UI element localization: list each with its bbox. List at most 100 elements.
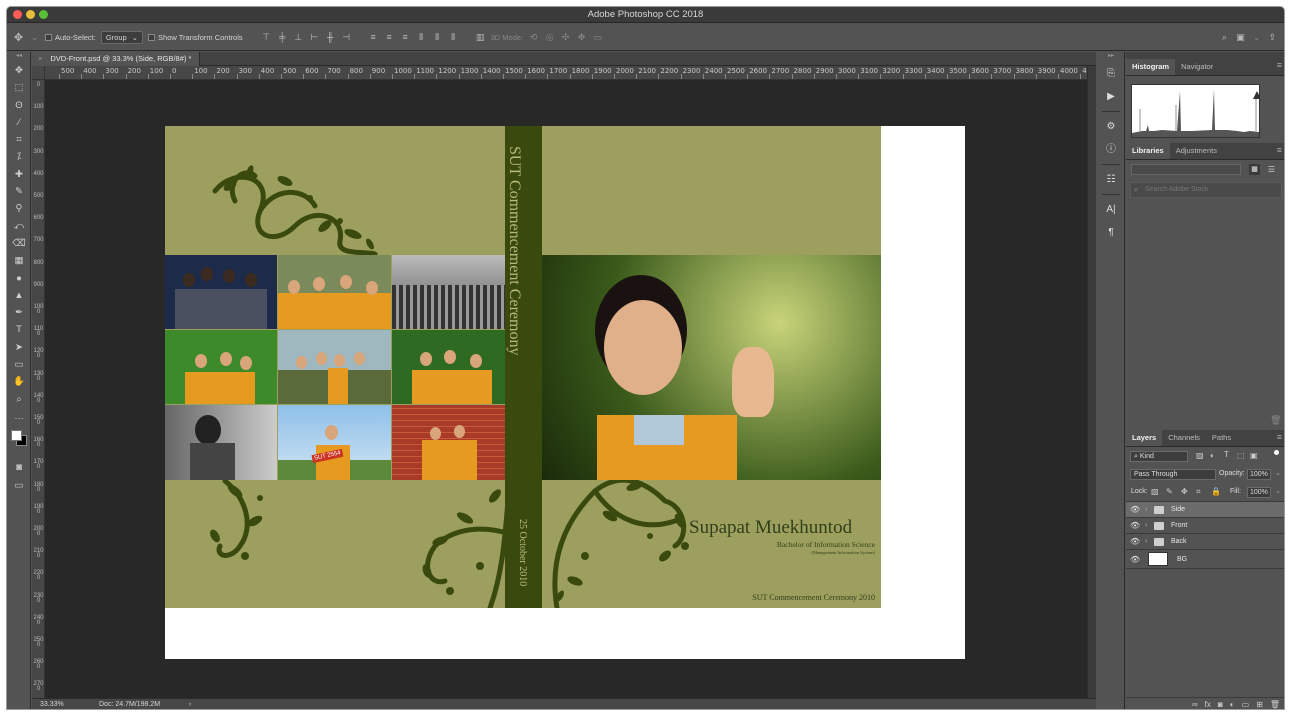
chevron-down-icon[interactable]: ⌄ xyxy=(1275,487,1281,495)
status-menu-arrow[interactable]: › xyxy=(189,699,191,709)
distribute-hcenter-icon[interactable]: ⦀ xyxy=(432,32,443,43)
panel-menu-icon[interactable]: ≡ xyxy=(1277,60,1282,70)
blend-mode-dropdown[interactable]: Pass Through xyxy=(1130,469,1216,480)
trash-icon[interactable]: 🗑 xyxy=(1270,415,1281,426)
distribute-bottom-icon[interactable]: ≡ xyxy=(400,32,411,42)
new-adjustment-icon[interactable]: ◐ xyxy=(1230,700,1235,709)
actions-play-icon[interactable]: ▶ xyxy=(1097,85,1125,108)
gradient-tool-icon[interactable]: ▦ xyxy=(7,252,31,269)
color-swatches[interactable] xyxy=(7,425,31,459)
auto-align-icon[interactable]: ▥ xyxy=(475,32,486,43)
new-layer-icon[interactable]: ⊞ xyxy=(1256,700,1263,709)
auto-select-checkbox[interactable]: Auto-Select: xyxy=(45,33,96,42)
tab-channels[interactable]: Channels xyxy=(1162,430,1206,446)
smart-object-filter-icon[interactable]: ▣ xyxy=(1250,451,1258,460)
scale-3d-icon[interactable]: ▭ xyxy=(592,32,603,43)
align-vcenter-icon[interactable]: ╪ xyxy=(277,32,288,42)
shape-filter-icon[interactable]: ⬚ xyxy=(1237,451,1245,460)
brush-tool-icon[interactable]: ✎ xyxy=(7,183,31,200)
workspace-chevron-icon[interactable]: ⌄ xyxy=(1251,32,1262,43)
kind-filter-dropdown[interactable]: ⌕ Kind xyxy=(1130,451,1188,462)
layer-style-icon[interactable]: fx xyxy=(1205,700,1211,709)
zoom-level[interactable]: 33.33% xyxy=(40,699,64,709)
group-expand-chevron-icon[interactable]: › xyxy=(1145,502,1147,518)
eraser-tool-icon[interactable]: ⌫ xyxy=(7,235,31,252)
hand-tool-icon[interactable]: ✋ xyxy=(7,373,31,390)
quick-select-tool-icon[interactable]: ⁄ xyxy=(7,114,31,131)
list-view-icon[interactable]: ☰ xyxy=(1266,164,1277,175)
path-selection-tool-icon[interactable]: ➤ xyxy=(7,339,31,356)
align-right-icon[interactable]: ⊣ xyxy=(341,32,352,43)
shape-tool-icon[interactable]: ▭ xyxy=(7,356,31,373)
paragraph-icon[interactable]: ¶ xyxy=(1097,221,1125,244)
opacity-field[interactable]: 100% xyxy=(1247,469,1271,480)
clone-stamp-tool-icon[interactable]: ⚲ xyxy=(7,200,31,217)
collapse-icon[interactable]: ▸▸ xyxy=(1097,52,1125,62)
marquee-tool-icon[interactable]: ⬚ xyxy=(7,79,31,96)
canvas-area[interactable]: SUT 2554 SUT Commencement Ceremony 25 Oc… xyxy=(45,80,1096,698)
share-icon[interactable]: ⇪ xyxy=(1267,32,1278,43)
tab-paths[interactable]: Paths xyxy=(1206,430,1237,446)
zoom-tool-icon[interactable]: ⌕ xyxy=(7,391,31,408)
move-tool-icon[interactable]: ✥ xyxy=(13,31,24,44)
library-search[interactable]: ⌕ Search Adobe Stock xyxy=(1130,182,1282,198)
vertical-ruler[interactable]: 0 100 200 300 400 500 600 700 800 900 1000 1100 1200… xyxy=(32,80,45,698)
layer-row-bg[interactable]: 👁 BG xyxy=(1126,550,1284,569)
collapse-icon[interactable]: ◂◂ xyxy=(7,52,31,62)
zoom-window-button[interactable] xyxy=(39,10,48,19)
adjustment-filter-icon[interactable]: ◐ xyxy=(1210,451,1215,460)
close-tab-icon[interactable]: × xyxy=(38,54,42,63)
drag-3d-icon[interactable]: ✣ xyxy=(560,32,571,43)
info-icon[interactable]: ⓘ xyxy=(1097,138,1125,161)
search-icon[interactable]: ⌕ xyxy=(1219,32,1230,43)
healing-brush-tool-icon[interactable]: ✚ xyxy=(7,166,31,183)
tab-libraries[interactable]: Libraries xyxy=(1126,143,1170,159)
tab-histogram[interactable]: Histogram xyxy=(1126,59,1176,75)
grid-view-icon[interactable]: ▦ xyxy=(1249,164,1260,175)
fill-field[interactable]: 100% xyxy=(1247,487,1271,498)
new-group-icon[interactable]: ▭ xyxy=(1242,700,1250,709)
more-tools-icon[interactable]: … xyxy=(7,408,31,425)
layer-row-front[interactable]: 👁 › Front xyxy=(1126,518,1284,534)
group-expand-chevron-icon[interactable]: › xyxy=(1145,518,1147,534)
lasso-tool-icon[interactable]: ʘ xyxy=(7,97,31,114)
lock-position-icon[interactable]: ✥ xyxy=(1181,487,1188,496)
tab-layers[interactable]: Layers xyxy=(1126,430,1163,446)
panel-menu-icon[interactable]: ≡ xyxy=(1277,432,1282,442)
dodge-tool-icon[interactable]: ▲ xyxy=(7,287,31,304)
layer-row-back[interactable]: 👁 › Back xyxy=(1126,534,1284,550)
auto-select-dropdown[interactable]: Group ⌄ xyxy=(100,30,144,44)
move-tool-icon[interactable]: ✥ xyxy=(7,62,31,79)
lock-artboard-icon[interactable]: ⌗ xyxy=(1196,487,1201,497)
eyedropper-tool-icon[interactable]: ⁒ xyxy=(7,148,31,165)
add-mask-icon[interactable]: ◙ xyxy=(1218,700,1223,709)
properties-icon[interactable]: ⚙ xyxy=(1097,115,1125,138)
filter-toggle-icon[interactable] xyxy=(1274,450,1279,455)
layer-row-side[interactable]: 👁 › Side xyxy=(1126,502,1284,518)
align-bottom-icon[interactable]: ⊥ xyxy=(293,32,304,43)
foreground-color-swatch[interactable] xyxy=(11,430,22,442)
delete-layer-icon[interactable]: 🗑 xyxy=(1270,700,1280,709)
orbit-3d-icon[interactable]: ⟲ xyxy=(528,32,539,43)
close-window-button[interactable] xyxy=(13,10,22,19)
visibility-eye-icon[interactable]: 👁 xyxy=(1130,534,1140,550)
link-layers-icon[interactable]: ∞ xyxy=(1192,700,1198,709)
align-hcenter-icon[interactable]: ╫ xyxy=(325,32,336,42)
vertical-scrollbar[interactable] xyxy=(1087,66,1096,698)
panel-menu-icon[interactable]: ≡ xyxy=(1277,145,1282,155)
history-icon[interactable]: ⎘ xyxy=(1097,62,1125,85)
horizontal-ruler[interactable]: 500 400 300 200 100 0 100 200 300 400 500 600 700 800… xyxy=(45,66,1096,80)
tool-preset-chevron-icon[interactable]: ⌄ xyxy=(29,32,40,43)
align-left-icon[interactable]: ⊢ xyxy=(309,32,320,43)
library-dropdown[interactable] xyxy=(1131,164,1241,175)
character-icon[interactable]: A| xyxy=(1097,198,1125,221)
visibility-eye-icon[interactable]: 👁 xyxy=(1130,518,1140,534)
slide-3d-icon[interactable]: ✥ xyxy=(576,32,587,43)
tab-adjustments[interactable]: Adjustments xyxy=(1170,143,1223,159)
lock-all-icon[interactable]: 🔒 xyxy=(1211,487,1221,496)
quick-mask-icon[interactable]: ◙ xyxy=(7,459,31,476)
swatches-icon[interactable]: ☷ xyxy=(1097,168,1125,191)
pixel-filter-icon[interactable]: ▨ xyxy=(1196,451,1204,460)
visibility-eye-icon[interactable]: 👁 xyxy=(1130,502,1140,518)
history-brush-tool-icon[interactable]: ⤺ xyxy=(7,218,31,235)
